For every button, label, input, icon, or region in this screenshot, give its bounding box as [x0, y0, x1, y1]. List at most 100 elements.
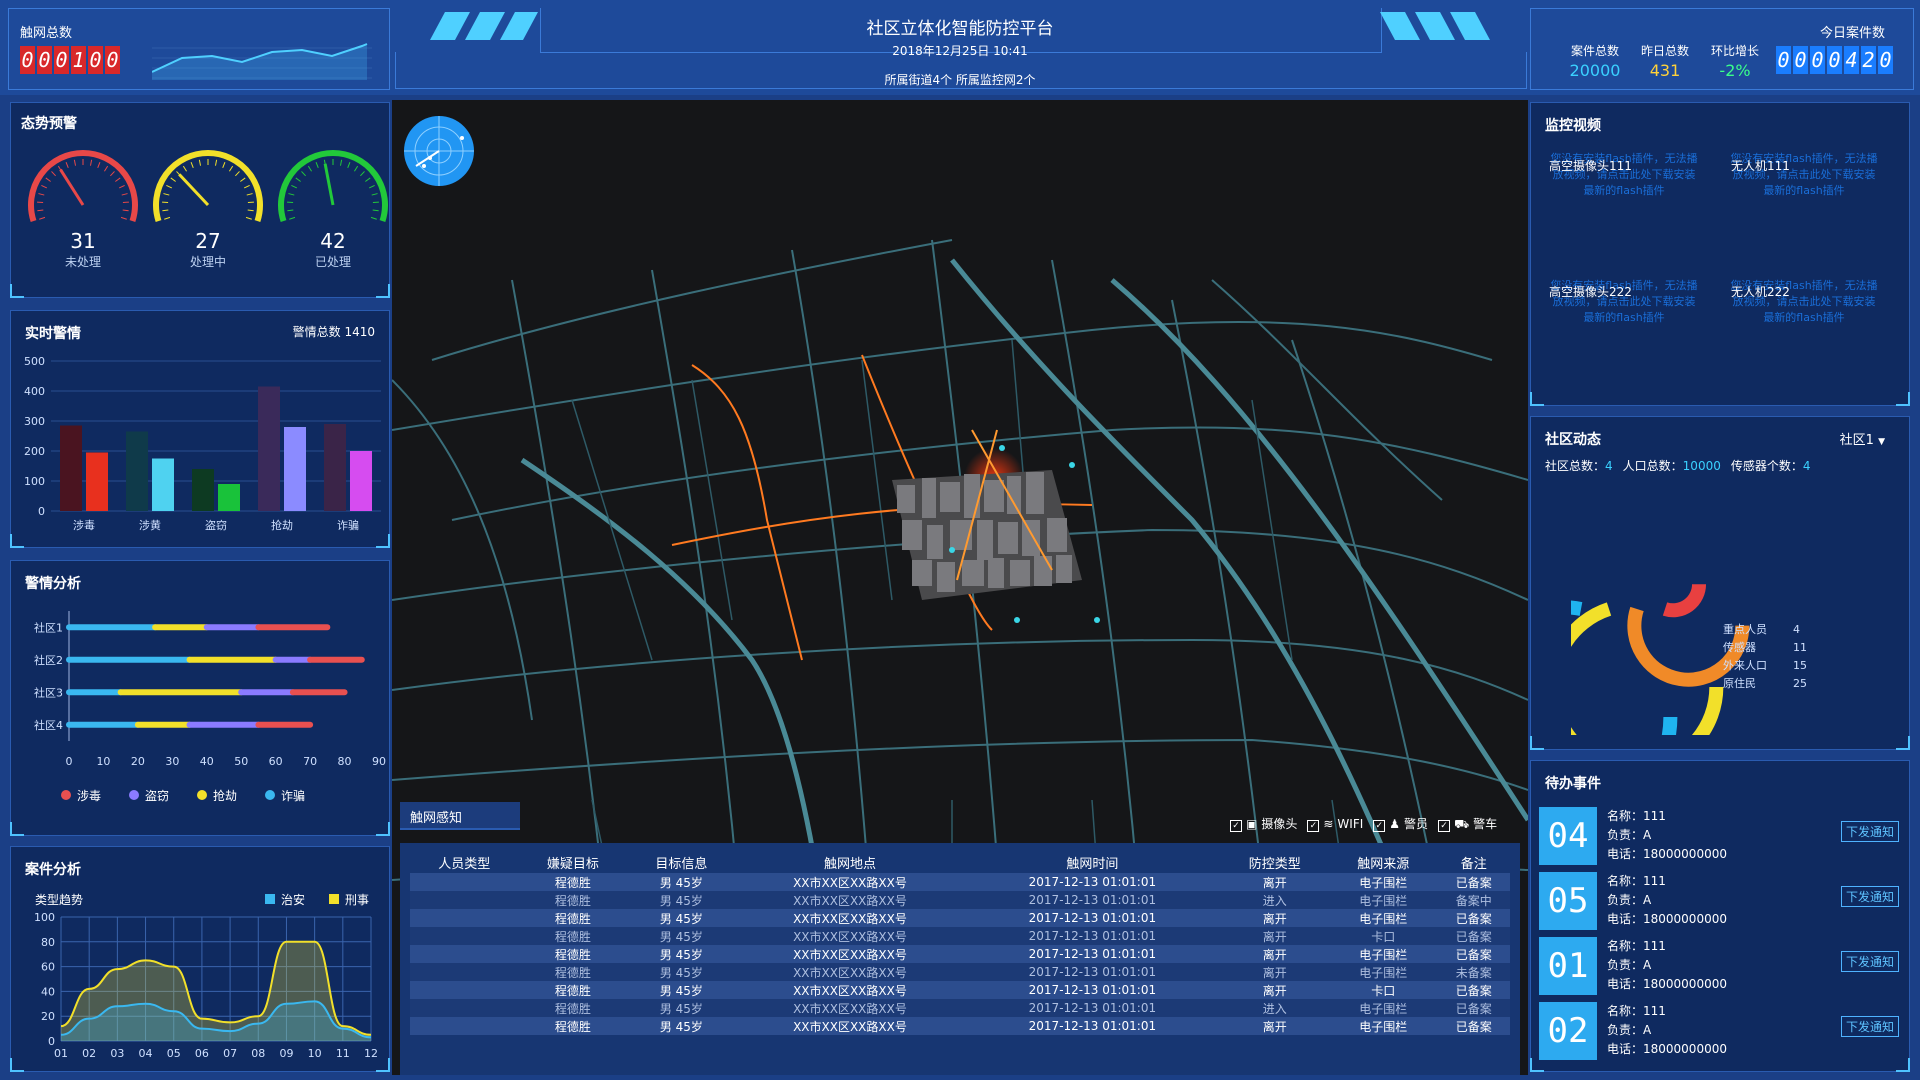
video-title: 监控视频 [1545, 118, 1601, 134]
table-row[interactable]: 程德胜男 45岁 XX市XX区XX路XX号 2017-12-13 01:01:01 离… [410, 873, 1510, 891]
table-row[interactable]: 程德胜男 45岁 XX市XX区XX路XX号 2017-12-13 01:01:01 离… [410, 945, 1510, 963]
area-xtick: 03 [110, 1047, 124, 1060]
analysis-legend-item: 涉毒 [61, 787, 101, 804]
map-filter-1[interactable]: ✓ ▣ 摄像头 [1230, 817, 1298, 832]
left-counter-digit: 1 [71, 46, 86, 74]
header-stat: 昨日总数 431 [1630, 42, 1700, 80]
table-cell: XX市XX区XX路XX号 [735, 999, 965, 1017]
map-filter-label: 摄像头 [1261, 817, 1298, 831]
community-panel: 社区动态 社区1 ▼ 社区总数：4 人口总数：10000 传感器个数：4 重点人员 4… [1530, 416, 1910, 750]
area-xtick: 09 [279, 1047, 293, 1060]
header-decor-left [430, 12, 538, 40]
table-row[interactable]: 程德胜男 45岁 XX市XX区XX路XX号 2017-12-13 01:01:01 离… [410, 909, 1510, 927]
bar-ytick: 500 [24, 355, 45, 368]
header-datetime: 2018年12月25日 10:41 [892, 44, 1028, 58]
header-stat-label: 环比增长 [1710, 44, 1759, 58]
table-row[interactable]: 程德胜男 45岁 XX市XX区XX路XX号 2017-12-13 01:01:01 进… [410, 891, 1510, 909]
table-cell: 程德胜 [518, 891, 628, 909]
video-label-1: 高空摄像头111 [1549, 159, 1632, 173]
analysis-legend-item: 盗窃 [129, 787, 169, 804]
table-cell: 2017-12-13 01:01:01 [964, 1017, 1221, 1035]
table-cell: XX市XX区XX路XX号 [735, 1017, 965, 1035]
community-stat-label: 传感器个数： [1730, 459, 1803, 473]
table-cell: XX市XX区XX路XX号 [735, 981, 965, 999]
checkbox-icon[interactable]: ✓ [1373, 820, 1386, 832]
table-cell: 程德胜 [518, 981, 628, 999]
gauge-tick [372, 209, 379, 212]
map-filter-3[interactable]: ✓ ♟ 警员 [1373, 817, 1428, 832]
right-counter-digit: 0 [1776, 46, 1791, 74]
table-cell: 程德胜 [518, 909, 628, 927]
legend-dot-icon [129, 790, 139, 800]
gauge-tick [190, 162, 194, 168]
table-cell: 离开 [1220, 927, 1329, 945]
table-row[interactable]: 程德胜男 45岁 XX市XX区XX路XX号 2017-12-13 01:01:01 离… [410, 927, 1510, 945]
table-cell: 2017-12-13 01:01:01 [964, 981, 1221, 999]
task-owner: 负责：A [1607, 828, 1652, 842]
table-cell: 男 45岁 [627, 873, 736, 891]
gauge-tick [240, 177, 246, 182]
tasks-title: 待办事件 [1545, 776, 1601, 792]
notify-button[interactable]: 下发通知 [1840, 821, 1899, 842]
notify-button[interactable]: 下发通知 [1840, 886, 1899, 907]
gauge-tick [39, 216, 46, 220]
community-rings: 重点人员 4 传感器 11 外来人口 15 原住民 25 [1571, 583, 1807, 735]
map-filter-2[interactable]: ✓ ≋ WIFI [1307, 817, 1363, 832]
gauge-tick [215, 159, 218, 166]
area-ytick: 20 [41, 1010, 55, 1023]
gauge-tick [291, 184, 298, 189]
left-counter-title: 触网总数 [20, 26, 73, 41]
table-row[interactable]: 程德胜男 45岁 XX市XX区XX路XX号 2017-12-13 01:01:01 离… [410, 963, 1510, 981]
bar-ytick: 100 [24, 475, 45, 488]
table-row[interactable]: 程德胜男 45岁 XX市XX区XX路XX号 2017-12-13 01:01:01 离… [410, 1017, 1510, 1035]
community-selector[interactable]: 社区1 ▼ [1840, 429, 1885, 448]
table-row[interactable]: 程德胜男 45岁 XX市XX区XX路XX号 2017-12-13 01:01:01 进… [410, 999, 1510, 1017]
community-ring-value: 15 [1793, 659, 1807, 672]
community-stat-value: 4 [1802, 459, 1811, 473]
left-counter-digit: 0 [37, 46, 52, 74]
community-ring-value: 25 [1793, 677, 1807, 690]
checkbox-icon[interactable]: ✓ [1230, 820, 1242, 832]
table-cell: 程德胜 [518, 927, 628, 945]
hbar-xtick: 50 [234, 755, 248, 768]
task-item: 04 名称：111 负责：A 电话：18000000000 下发通知 [1539, 805, 1909, 865]
bar-xtick: 涉黄 [139, 518, 161, 532]
realtime-panel: 实时警情 警情总数 1410 0 100 200 300 400 500 涉毒 涉黄 盗窃 抢劫 诈… [10, 310, 390, 548]
table-cell: 离开 [1220, 909, 1329, 927]
table-cell: 进入 [1220, 891, 1329, 909]
gauge-label-2: 处理中 [189, 255, 226, 269]
bar-xtick: 抢劫 [271, 518, 293, 532]
table-cell: 电子围栏 [1329, 909, 1438, 927]
perception-tab[interactable]: 触网感知 [400, 802, 520, 830]
task-name: 名称：111 [1607, 809, 1666, 823]
task-number: 02 [1539, 1002, 1597, 1060]
bar [324, 424, 346, 511]
bar-ytick: 200 [24, 445, 45, 458]
checkbox-icon[interactable]: ✓ [1307, 820, 1320, 832]
table-header-cell: 触网来源 [1357, 856, 1410, 872]
table-cell: 已备案 [1437, 909, 1510, 927]
cases-subtitle: 类型趋势 [35, 893, 84, 907]
table-row[interactable]: 程德胜男 45岁 XX市XX区XX路XX号 2017-12-13 01:01:01 离… [410, 981, 1510, 999]
right-counter-digit: 0 [1827, 46, 1842, 74]
legend-dot-icon [197, 790, 207, 800]
area-xtick: 11 [336, 1047, 350, 1060]
map-filter-4[interactable]: ✓ ⛟ 警车 [1438, 817, 1497, 832]
checkbox-icon[interactable]: ✓ [1438, 820, 1451, 832]
radar-icon[interactable] [402, 114, 476, 188]
table-cell: 卡口 [1329, 981, 1438, 999]
bar [218, 484, 240, 511]
gauge-tick [315, 162, 319, 168]
table-cell: 2017-12-13 01:01:01 [964, 999, 1221, 1017]
table-cell: 程德胜 [518, 873, 628, 891]
gauge-tick [121, 193, 128, 196]
notify-button[interactable]: 下发通知 [1840, 1016, 1899, 1037]
gauge-tick [368, 184, 375, 189]
gauge-tick [360, 171, 365, 177]
gauge-tick [365, 177, 371, 182]
gauge-tick [307, 165, 312, 172]
notify-button[interactable]: 下发通知 [1840, 951, 1899, 972]
gauge-tick [354, 165, 359, 172]
left-counter-digit: 0 [54, 46, 69, 74]
table-cell: XX市XX区XX路XX号 [735, 873, 965, 891]
